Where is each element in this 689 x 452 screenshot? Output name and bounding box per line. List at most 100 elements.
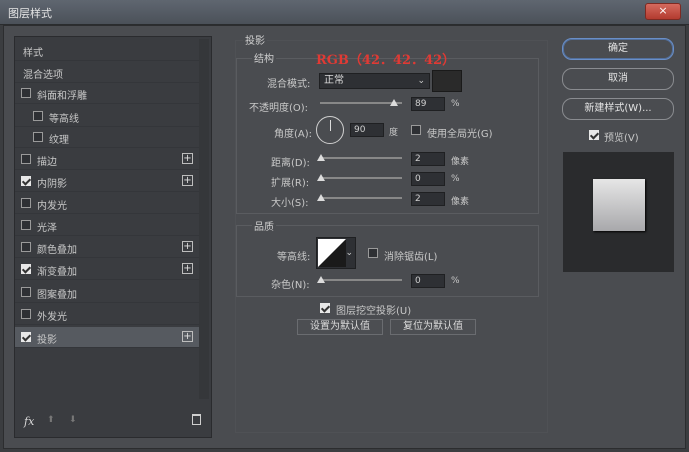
- style-list-item-label: 描边: [37, 157, 57, 168]
- noise-slider-thumb[interactable]: [317, 276, 325, 283]
- knockout-checkbox[interactable]: [320, 303, 330, 313]
- distance-label: 距离(D):: [271, 158, 310, 169]
- contour-label: 等高线:: [277, 252, 311, 263]
- noise-label: 杂色(N):: [271, 280, 310, 291]
- fx-icon[interactable]: fx: [24, 415, 34, 428]
- style-list-item[interactable]: 颜色叠加 +: [15, 237, 199, 258]
- style-enable-checkbox[interactable]: [21, 287, 31, 297]
- global-light-checkbox[interactable]: [411, 125, 421, 135]
- preview-thumbnail: [563, 152, 674, 272]
- style-enable-checkbox[interactable]: [21, 264, 31, 274]
- set-default-button[interactable]: 设置为默认值: [297, 319, 383, 335]
- styles-list-footer: fx ⬆ ⬇: [15, 407, 211, 437]
- blend-mode-select[interactable]: 正常 ⌄: [319, 73, 430, 89]
- size-unit: 像素: [451, 197, 470, 207]
- style-list-item-label: 纹理: [49, 135, 69, 146]
- contour-preview-icon: [318, 239, 346, 267]
- reset-default-button[interactable]: 复位为默认值: [390, 319, 476, 335]
- style-enable-checkbox[interactable]: [21, 309, 31, 319]
- style-list-item-label: 外发光: [37, 312, 67, 323]
- shadow-color-swatch[interactable]: [432, 70, 462, 92]
- add-instance-icon[interactable]: +: [182, 331, 193, 342]
- distance-slider-thumb[interactable]: [317, 154, 325, 161]
- ok-button[interactable]: 确定: [562, 38, 674, 60]
- style-enable-checkbox[interactable]: [21, 220, 31, 230]
- title-bar: 图层样式 ×: [0, 0, 689, 25]
- spread-label: 扩展(R):: [271, 178, 310, 189]
- knockout-label: 图层挖空投影(U): [336, 306, 412, 317]
- opacity-input[interactable]: 89: [411, 97, 445, 111]
- style-list-item-label: 图案叠加: [37, 290, 77, 301]
- style-list-item[interactable]: 内发光: [15, 193, 199, 214]
- style-enable-checkbox[interactable]: [33, 111, 43, 121]
- styles-list-scrollbar[interactable]: [199, 39, 209, 399]
- spread-slider[interactable]: [320, 177, 402, 179]
- preview-checkbox[interactable]: [589, 130, 599, 140]
- size-input[interactable]: 2: [411, 192, 445, 206]
- style-enable-checkbox[interactable]: [21, 198, 31, 208]
- cancel-button[interactable]: 取消: [562, 68, 674, 90]
- distance-input[interactable]: 2: [411, 152, 445, 166]
- style-enable-checkbox[interactable]: [21, 176, 31, 186]
- distance-unit: 像素: [451, 157, 470, 167]
- antialias-checkbox[interactable]: [368, 248, 378, 258]
- style-list-item[interactable]: 渐变叠加 +: [15, 259, 199, 280]
- structure-title: 结构: [252, 50, 276, 65]
- quality-title: 品质: [252, 218, 276, 233]
- add-instance-icon[interactable]: +: [182, 153, 193, 164]
- style-list-item[interactable]: 图案叠加: [15, 282, 199, 303]
- angle-dial-needle: [330, 120, 331, 131]
- add-instance-icon[interactable]: +: [182, 175, 193, 186]
- contour-chevron-down-icon: ⌄: [345, 248, 353, 258]
- style-list-item-label: 投影: [37, 335, 57, 346]
- angle-label: 角度(A):: [274, 129, 313, 140]
- opacity-unit: %: [451, 99, 460, 109]
- style-list-item-label: 内发光: [37, 201, 67, 212]
- style-list-item[interactable]: 等高线: [15, 106, 199, 127]
- preview-label: 预览(V): [604, 133, 639, 144]
- style-list-item[interactable]: 样式: [15, 40, 199, 61]
- style-list-item[interactable]: 描边 +: [15, 149, 199, 170]
- opacity-slider-thumb[interactable]: [390, 99, 398, 106]
- distance-slider[interactable]: [320, 157, 402, 159]
- size-label: 大小(S):: [271, 198, 309, 209]
- style-list-item-label: 光泽: [37, 223, 57, 234]
- blend-mode-label: 混合模式:: [267, 79, 311, 90]
- style-list-item-label: 样式: [23, 48, 43, 59]
- opacity-label: 不透明度(O):: [249, 103, 309, 114]
- style-list-item[interactable]: 外发光: [15, 304, 199, 325]
- contour-picker[interactable]: ⌄: [316, 237, 356, 269]
- style-list-item-label: 渐变叠加: [37, 267, 77, 278]
- close-button[interactable]: ×: [645, 3, 681, 20]
- blend-mode-value: 正常: [324, 75, 344, 86]
- style-list-item[interactable]: 纹理: [15, 127, 199, 148]
- noise-slider[interactable]: [320, 279, 402, 281]
- style-list-item-label: 内阴影: [37, 179, 67, 190]
- spread-slider-thumb[interactable]: [317, 174, 325, 181]
- trash-icon[interactable]: [192, 414, 201, 425]
- angle-dial[interactable]: [316, 116, 344, 144]
- style-list-item[interactable]: 光泽: [15, 215, 199, 236]
- angle-input[interactable]: 90: [350, 123, 384, 137]
- style-enable-checkbox[interactable]: [21, 88, 31, 98]
- style-list-item[interactable]: 投影 +: [15, 327, 199, 348]
- size-slider[interactable]: [320, 197, 402, 199]
- style-list-item[interactable]: 斜面和浮雕: [15, 83, 199, 104]
- new-style-button[interactable]: 新建样式(W)...: [562, 98, 674, 120]
- style-enable-checkbox[interactable]: [33, 132, 43, 142]
- style-list-item-label: 等高线: [49, 114, 79, 125]
- window-title: 图层样式: [8, 7, 52, 20]
- style-list-item[interactable]: 内阴影 +: [15, 171, 199, 192]
- style-list-item-label: 斜面和浮雕: [37, 91, 87, 102]
- style-list-item[interactable]: 混合选项: [15, 62, 199, 83]
- noise-input[interactable]: 0: [411, 274, 445, 288]
- style-enable-checkbox[interactable]: [21, 332, 31, 342]
- move-down-icon[interactable]: ⬇: [69, 415, 77, 425]
- add-instance-icon[interactable]: +: [182, 263, 193, 274]
- size-slider-thumb[interactable]: [317, 194, 325, 201]
- move-up-icon[interactable]: ⬆: [47, 415, 55, 425]
- style-enable-checkbox[interactable]: [21, 242, 31, 252]
- style-enable-checkbox[interactable]: [21, 154, 31, 164]
- add-instance-icon[interactable]: +: [182, 241, 193, 252]
- spread-input[interactable]: 0: [411, 172, 445, 186]
